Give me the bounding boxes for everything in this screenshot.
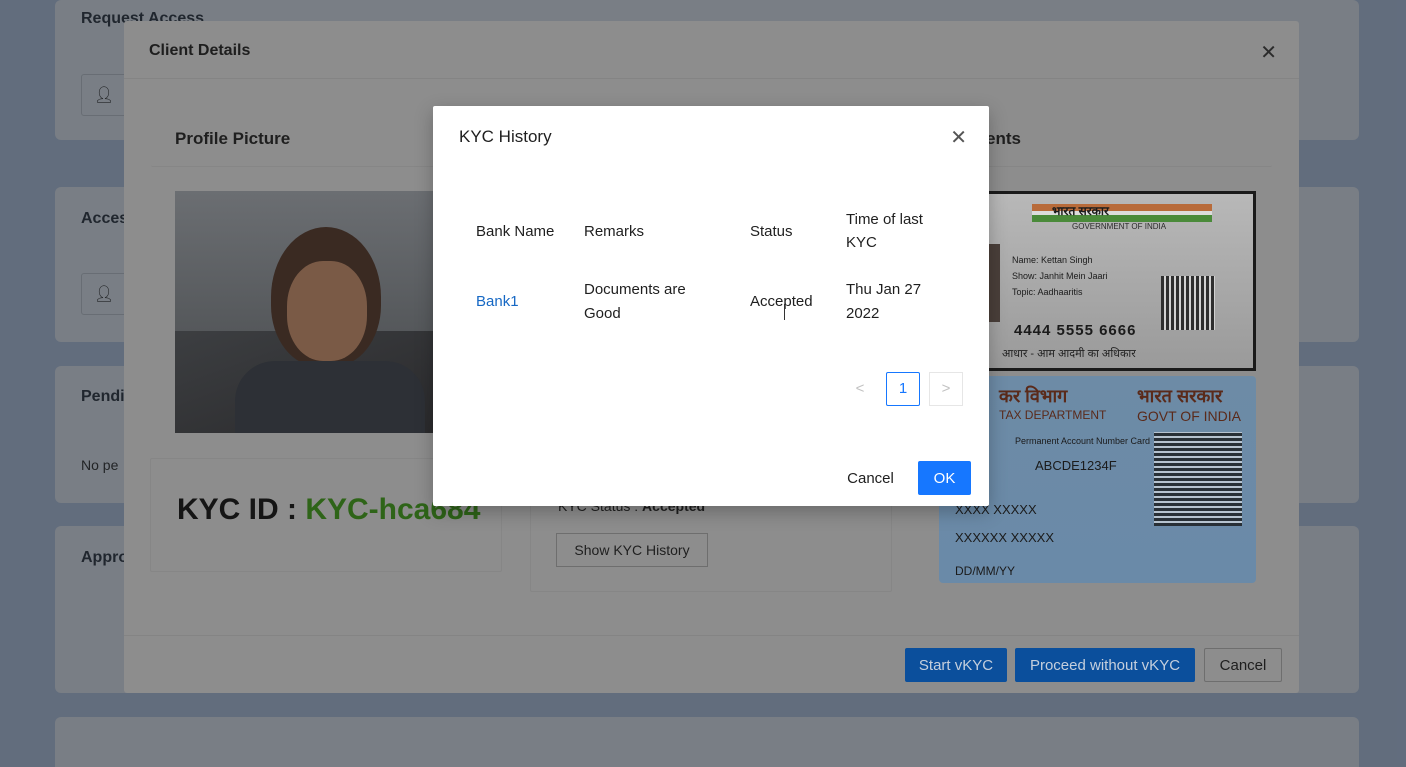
pan-father: XXXXXX XXXXX [955,530,1054,545]
column-remarks: Remarks [584,222,645,240]
column-bank-name: Bank Name [476,222,555,240]
aadhaar-gov: GOVERNMENT OF INDIA [1072,222,1167,231]
column-status: Status [750,222,793,240]
client-modal-title: Client Details [149,42,251,59]
aadhaar-header: भारत सरकार [1052,204,1109,218]
table-row: Bank1 Documents are Good Accepted Thu Ja… [459,266,963,338]
pagination-next-icon[interactable]: > [929,372,963,406]
start-vkyc-button[interactable]: Start vKYC [905,648,1007,682]
aadhaar-footer: आधार - आम आदमी का अधिकार [1002,348,1136,360]
close-icon[interactable]: ✕ [1260,40,1277,65]
close-icon[interactable]: ✕ [950,125,967,150]
profile-picture-card: Profile Picture [151,107,441,167]
pan-h2: भारत सरकार [1137,386,1223,406]
documents-title: ents [986,129,1021,148]
column-time-of-last-kyc: Time of last KYC [846,211,923,251]
remarks-cell: Documents are Good [584,281,686,322]
pagination-page-1[interactable]: 1 [886,372,920,406]
text-cursor-icon [784,304,792,320]
qr-code-icon [1161,276,1215,330]
pan-number: ABCDE1234F [1035,458,1117,473]
time-cell: Thu Jan 27 2022 [846,281,922,322]
client-modal-footer: Start vKYC Proceed without vKYC Cancel [124,635,1299,693]
aadhaar-name: Name: Kettan Singh [1012,255,1093,265]
proceed-without-vkyc-button[interactable]: Proceed without vKYC [1015,648,1195,682]
kyc-ok-button[interactable]: OK [918,461,971,495]
pan-h1: कर विभाग [999,386,1068,406]
aadhaar-info: Name: Kettan Singh Show: Janhit Mein Jaa… [1012,252,1108,300]
kyc-cancel-button[interactable]: Cancel [834,461,907,495]
kyc-history-table: Bank Name Remarks Status Time of last KY… [459,196,963,338]
pagination-prev-icon[interactable]: < [843,372,877,406]
status-cell: Accepted [750,293,813,310]
table-header-row: Bank Name Remarks Status Time of last KY… [459,196,963,266]
client-modal-header: Client Details ✕ [124,21,1299,79]
qr-code-icon [1154,432,1242,526]
aadhaar-number: 4444 5555 6666 [1014,322,1137,339]
pan-label: Permanent Account Number Card [1015,436,1151,446]
kyc-id-label: KYC ID : [177,493,306,526]
show-kyc-history-button[interactable]: Show KYC History [556,533,708,567]
profile-photo [175,191,437,433]
kyc-history-modal: KYC History ✕ Bank Name Remarks Status T… [433,106,989,506]
pan-h4: GOVT OF INDIA [1137,408,1241,424]
bank-name-link[interactable]: Bank1 [459,266,567,338]
cancel-button[interactable]: Cancel [1204,648,1282,682]
pan-h3: TAX DEPARTMENT [999,408,1107,422]
kyc-history-title: KYC History [459,127,552,146]
pan-dob: DD/MM/YY [955,564,1015,578]
profile-picture-title: Profile Picture [175,129,291,148]
aadhaar-topic: Topic: Aadhaaritis [1012,287,1083,297]
aadhaar-show: Show: Janhit Mein Jaari [1012,271,1108,281]
